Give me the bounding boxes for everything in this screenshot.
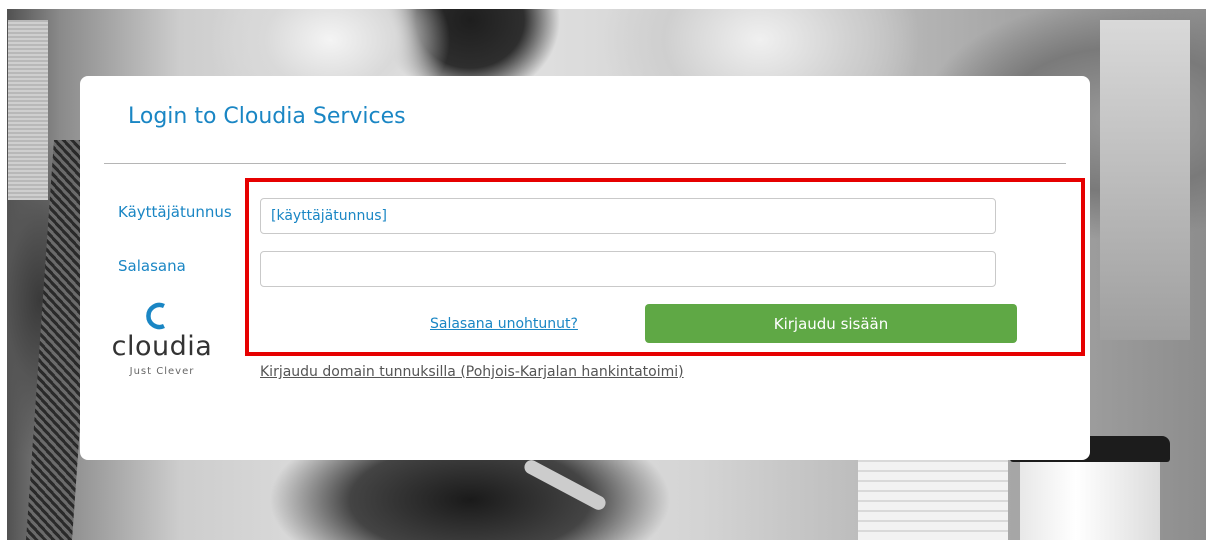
password-label: Salasana (118, 257, 186, 275)
background-shirt (8, 20, 48, 200)
login-card: Login to Cloudia Services Käyttäjätunnus… (80, 76, 1090, 460)
password-field[interactable] (260, 251, 996, 287)
frame-left (0, 0, 7, 540)
login-button[interactable]: Kirjaudu sisään (645, 304, 1017, 343)
logo-wordmark: cloudia (111, 331, 213, 362)
domain-login-link[interactable]: Kirjaudu domain tunnuksilla (Pohjois-Kar… (260, 364, 684, 380)
username-field[interactable] (260, 198, 996, 234)
cloudia-logo: cloudia Just Clever (104, 298, 220, 398)
forgot-password-link[interactable]: Salasana unohtunut? (430, 316, 578, 332)
logo-tagline: Just Clever (129, 366, 195, 377)
frame-right (1206, 0, 1214, 540)
page-title: Login to Cloudia Services (128, 104, 406, 129)
page: Login to Cloudia Services Käyttäjätunnus… (0, 0, 1214, 540)
frame-top (0, 0, 1214, 9)
username-label: Käyttäjätunnus (118, 203, 232, 221)
background-window (1100, 20, 1190, 340)
title-divider (104, 163, 1066, 164)
background-cup (858, 460, 1008, 540)
cloudia-c-icon (146, 302, 165, 330)
background-coffee-cup (1020, 460, 1160, 540)
